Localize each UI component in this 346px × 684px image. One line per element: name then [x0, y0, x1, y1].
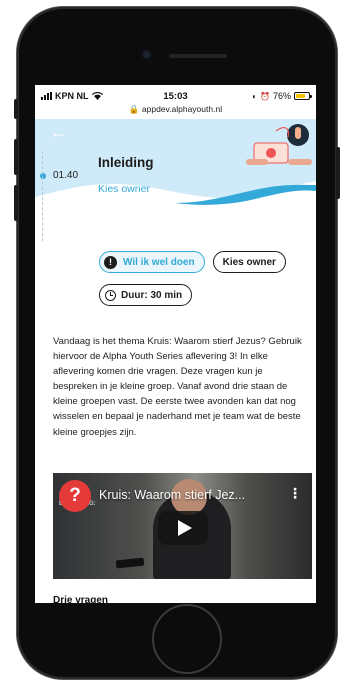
mute-switch: [14, 99, 18, 119]
battery-percent: 76%: [272, 91, 291, 101]
choose-owner-link[interactable]: Kies owner: [98, 183, 150, 195]
page-title: Inleiding: [98, 155, 154, 170]
section-heading: Drie vragen: [53, 595, 109, 603]
illustration-icon: [244, 123, 314, 183]
lesson-description: Vandaag is het thema Kruis: Waarom stier…: [53, 336, 302, 438]
volume-up-button: [14, 139, 18, 175]
lock-icon: 🔒: [128, 104, 140, 114]
power-button: [336, 147, 340, 199]
want-to-do-label: Wil ik wel doen: [123, 256, 195, 268]
channel-logo-icon[interactable]: ?: [59, 480, 91, 512]
more-options-icon[interactable]: ⋮: [288, 486, 302, 500]
alarm-icon: ⏰: [260, 91, 270, 101]
play-icon: [178, 520, 192, 536]
timeline-time: 01.40: [53, 170, 79, 181]
rotation-lock-icon: ◐: [252, 91, 258, 101]
back-arrow-icon[interactable]: ←: [50, 123, 68, 141]
play-button[interactable]: [158, 511, 208, 545]
action-buttons: ! Wil ik wel doen Kies owner: [99, 251, 286, 273]
screen: KPN NL 15:03 🔒 appdev.alphayouth.nl ◐ ⏰ …: [35, 85, 316, 603]
choose-owner-label: Kies owner: [222, 256, 276, 268]
choose-owner-button[interactable]: Kies owner: [212, 251, 286, 273]
earpiece-speaker: [169, 54, 227, 58]
status-bar: KPN NL 15:03 🔒 appdev.alphayouth.nl ◐ ⏰ …: [35, 85, 316, 119]
url-text: appdev.alphayouth.nl: [141, 104, 223, 114]
video-player[interactable]: EIGEN WEG: ? Kruis: Waarom stierf Jez...…: [53, 473, 312, 579]
duration-label: Duur: 30 min: [121, 289, 183, 301]
home-button[interactable]: [152, 604, 222, 674]
lesson-header: ← 01.40 Inleiding Kies owner: [35, 119, 316, 205]
front-camera: [143, 51, 150, 58]
timeline-dot: [40, 173, 46, 179]
address-bar[interactable]: 🔒 appdev.alphayouth.nl: [35, 104, 316, 115]
want-to-do-button[interactable]: ! Wil ik wel doen: [99, 251, 205, 273]
exclamation-icon: !: [104, 255, 117, 269]
stopwatch-icon: [105, 289, 116, 301]
status-right: ◐ ⏰ 76%: [252, 91, 312, 101]
volume-down-button: [14, 185, 18, 221]
battery-icon: [294, 92, 312, 100]
timeline-line: [42, 151, 43, 241]
video-title[interactable]: Kruis: Waarom stierf Jez...: [99, 488, 245, 502]
duration-badge: Duur: 30 min: [99, 284, 193, 306]
